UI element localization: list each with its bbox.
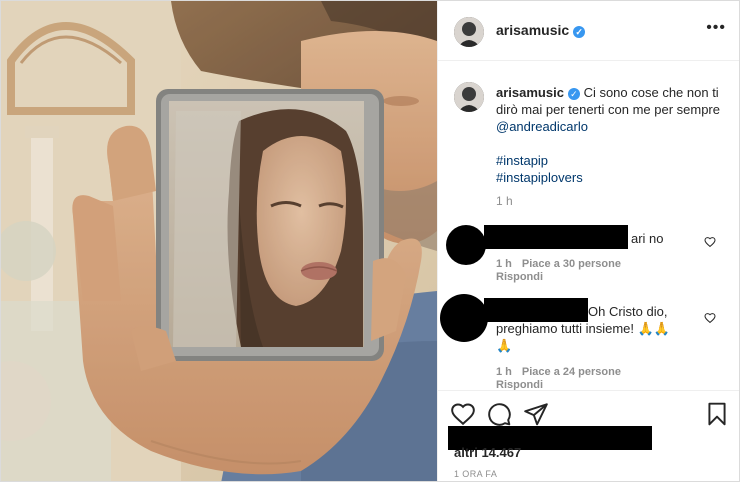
redacted-avatar	[440, 294, 488, 342]
comment-text-line: preghiamo tutti insieme! 🙏🙏	[496, 321, 670, 336]
comments-list[interactable]: arisamusic ✓ Ci sono cose che non ti dirò…	[438, 62, 739, 390]
hashtag-link[interactable]: #instapiplovers	[496, 169, 726, 186]
verified-badge-icon: ✓	[573, 26, 586, 38]
avatar-photo	[454, 82, 484, 112]
comment-time: 1 h	[496, 258, 512, 270]
heart-icon[interactable]	[704, 312, 716, 324]
photo-mirror-selfie	[1, 1, 437, 481]
caption-username[interactable]: arisamusic	[496, 85, 564, 100]
reply-button[interactable]: Rispondi	[496, 271, 543, 283]
reply-button[interactable]: Rispondi	[496, 379, 543, 390]
comment-likes[interactable]: Piace a 30 persone	[522, 258, 621, 270]
comment-text-line: Oh Cristo dio,	[588, 304, 668, 319]
redacted-username	[484, 225, 628, 249]
redacted-username	[484, 298, 588, 322]
likes-count[interactable]: altri 14.467	[454, 445, 521, 460]
share-icon[interactable]	[523, 401, 549, 427]
comment-text: ari no	[631, 231, 664, 246]
post-timestamp: 1 ORA FA	[454, 469, 498, 479]
caption-mention[interactable]: @andreadicarlo	[496, 119, 588, 134]
author-username-text: arisamusic	[496, 22, 570, 38]
author-username[interactable]: arisamusic ✓	[496, 22, 586, 38]
caption-author-avatar[interactable]	[454, 82, 484, 112]
post-side-panel: arisamusic ✓ ••• arisamusic ✓ Ci sono cose…	[437, 1, 739, 481]
post-photo[interactable]	[1, 1, 437, 481]
post-caption: arisamusic ✓ Ci sono cose che non ti dirò…	[496, 84, 726, 186]
verified-badge-icon: ✓	[567, 88, 580, 100]
heart-icon[interactable]	[704, 236, 716, 248]
comment-time: 1 h	[496, 366, 512, 378]
caption-time: 1 h	[496, 194, 513, 208]
redacted-avatar	[446, 225, 486, 265]
comment-text-line: 🙏	[496, 338, 513, 353]
comment-meta: 1 h Piace a 24 persone	[496, 366, 621, 378]
bookmark-icon[interactable]	[704, 401, 730, 427]
comment-icon[interactable]	[486, 401, 512, 427]
comment-meta: 1 h Piace a 30 persone	[496, 258, 621, 270]
heart-icon[interactable]	[450, 401, 476, 427]
hashtag-link[interactable]: #instapip	[496, 152, 726, 169]
instagram-post: arisamusic ✓ ••• arisamusic ✓ Ci sono cose…	[0, 0, 740, 482]
post-header: arisamusic ✓ •••	[438, 1, 739, 61]
more-options-icon[interactable]: •••	[706, 19, 726, 37]
avatar-photo	[454, 17, 484, 47]
comment-likes[interactable]: Piace a 24 persone	[522, 366, 621, 378]
author-avatar[interactable]	[454, 17, 484, 47]
post-actions: altri 14.467 1 ORA FA	[438, 390, 739, 481]
